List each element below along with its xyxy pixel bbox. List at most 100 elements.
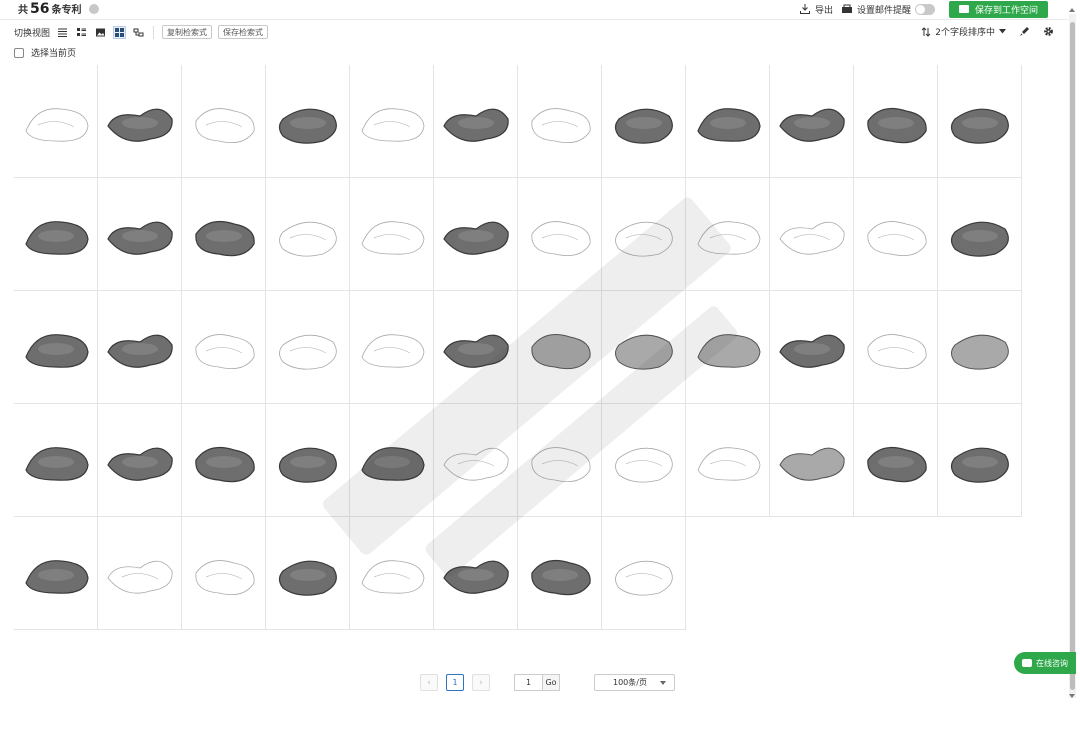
patent-thumbnail[interactable] — [602, 404, 686, 517]
scroll-down-arrow-icon[interactable] — [1069, 694, 1075, 698]
patent-thumbnail[interactable] — [770, 404, 854, 517]
patent-thumbnail[interactable] — [266, 291, 350, 404]
detail-view-icon[interactable] — [75, 26, 88, 39]
online-chat-button[interactable]: 在线咨询 — [1014, 652, 1076, 674]
patent-thumbnail[interactable] — [14, 65, 98, 178]
prev-page-button[interactable]: ‹ — [420, 674, 438, 691]
sort-dropdown[interactable]: 2个字段排序中 — [921, 25, 1006, 38]
grid-view-icon[interactable] — [113, 25, 127, 39]
patent-thumbnail[interactable] — [14, 291, 98, 404]
brush-icon[interactable] — [1018, 26, 1030, 38]
patent-drawing-image — [866, 447, 927, 483]
patent-drawing-image — [24, 447, 89, 481]
patent-thumbnail[interactable] — [434, 517, 518, 630]
caret-down-icon — [660, 680, 666, 685]
patent-drawing-image — [614, 560, 673, 596]
patent-thumbnail[interactable] — [266, 517, 350, 630]
patent-thumbnail[interactable] — [182, 291, 266, 404]
go-button[interactable]: Go — [542, 674, 560, 691]
patent-thumbnail[interactable] — [518, 65, 602, 178]
patent-thumbnail[interactable] — [938, 65, 1022, 178]
patent-thumbnail[interactable] — [686, 291, 770, 404]
select-page-checkbox[interactable] — [14, 47, 24, 58]
scrollbar-thumb[interactable] — [1070, 22, 1075, 690]
patent-drawing-image — [530, 560, 591, 596]
patent-thumbnail[interactable] — [686, 178, 770, 291]
select-page-label: 选择当前页 — [31, 49, 77, 59]
patent-thumbnail[interactable] — [854, 178, 938, 291]
patent-thumbnail[interactable] — [938, 404, 1022, 517]
patent-thumbnail[interactable] — [182, 404, 266, 517]
patent-thumbnail[interactable] — [98, 65, 182, 178]
patent-thumbnail[interactable] — [434, 291, 518, 404]
image-view-icon[interactable] — [94, 26, 107, 39]
patent-thumbnail[interactable] — [602, 178, 686, 291]
patent-thumbnail[interactable] — [350, 404, 434, 517]
patent-thumbnail[interactable] — [434, 178, 518, 291]
next-page-button[interactable]: › — [472, 674, 490, 691]
patent-thumbnail[interactable] — [854, 65, 938, 178]
save-query-button[interactable]: 保存检索式 — [218, 25, 269, 39]
patent-drawing-image — [696, 108, 761, 142]
patent-thumbnail[interactable] — [98, 291, 182, 404]
patent-thumbnail[interactable] — [938, 291, 1022, 404]
patent-thumbnail[interactable] — [686, 404, 770, 517]
sort-icon — [921, 26, 931, 37]
patent-thumbnail[interactable] — [182, 178, 266, 291]
patent-thumbnail[interactable] — [770, 291, 854, 404]
patent-thumbnail[interactable] — [770, 65, 854, 178]
patent-thumbnail[interactable] — [14, 404, 98, 517]
info-icon[interactable] — [89, 4, 100, 14]
patent-thumbnail[interactable] — [518, 517, 602, 630]
patent-thumbnail[interactable] — [854, 404, 938, 517]
patent-thumbnail[interactable] — [602, 65, 686, 178]
patent-thumbnail[interactable] — [98, 178, 182, 291]
online-chat-label: 在线咨询 — [1036, 658, 1068, 668]
patent-drawing-image — [361, 334, 424, 368]
page-number-current[interactable]: 1 — [446, 674, 464, 691]
sort-label: 2个字段排序中 — [935, 28, 995, 38]
patent-thumbnail[interactable] — [98, 404, 182, 517]
patent-thumbnail[interactable] — [602, 291, 686, 404]
patent-drawing-image — [195, 560, 255, 596]
patent-thumbnail[interactable] — [182, 517, 266, 630]
patent-thumbnail[interactable] — [854, 291, 938, 404]
patent-thumbnail[interactable] — [602, 517, 686, 630]
list-view-icon[interactable] — [56, 26, 69, 39]
patent-thumbnail[interactable] — [266, 65, 350, 178]
patent-thumbnail[interactable] — [266, 178, 350, 291]
vertical-scrollbar[interactable] — [1069, 14, 1076, 698]
select-current-page: 选择当前页 — [14, 46, 76, 59]
patent-drawing-image — [278, 334, 337, 370]
patent-thumbnail[interactable] — [518, 291, 602, 404]
export-button[interactable]: 导出 — [799, 3, 833, 16]
copy-query-button[interactable]: 复制检索式 — [162, 25, 213, 39]
patent-thumbnail[interactable] — [350, 178, 434, 291]
page-size-select[interactable]: 100条/页 — [594, 674, 675, 691]
save-to-workspace-button[interactable]: 保存到工作空间 — [948, 0, 1048, 18]
patent-thumbnail[interactable] — [350, 291, 434, 404]
goto-page-input[interactable]: 1 — [514, 674, 542, 691]
patent-thumbnail[interactable] — [182, 65, 266, 178]
chart-view-icon[interactable] — [132, 26, 145, 39]
patent-thumbnail[interactable] — [434, 404, 518, 517]
patent-thumbnail[interactable] — [266, 404, 350, 517]
email-alert-toggle[interactable] — [914, 3, 935, 15]
patent-drawing-image — [25, 108, 88, 142]
patent-thumbnail[interactable] — [518, 404, 602, 517]
patent-thumbnail[interactable] — [14, 517, 98, 630]
patent-thumbnail[interactable] — [350, 517, 434, 630]
patent-drawing-image — [195, 334, 255, 370]
patent-drawing-image — [950, 221, 1009, 257]
patent-thumbnail[interactable] — [434, 65, 518, 178]
patent-thumbnail[interactable] — [686, 65, 770, 178]
patent-thumbnail[interactable] — [98, 517, 182, 630]
patent-thumbnail[interactable] — [518, 178, 602, 291]
email-alert-setting[interactable]: 设置邮件提醒 — [841, 3, 935, 16]
patent-thumbnail[interactable] — [350, 65, 434, 178]
patent-thumbnail[interactable] — [938, 178, 1022, 291]
patent-thumbnail[interactable] — [770, 178, 854, 291]
settings-gear-icon[interactable] — [1042, 26, 1054, 38]
scroll-up-arrow-icon[interactable] — [1069, 8, 1075, 12]
patent-thumbnail[interactable] — [14, 178, 98, 291]
